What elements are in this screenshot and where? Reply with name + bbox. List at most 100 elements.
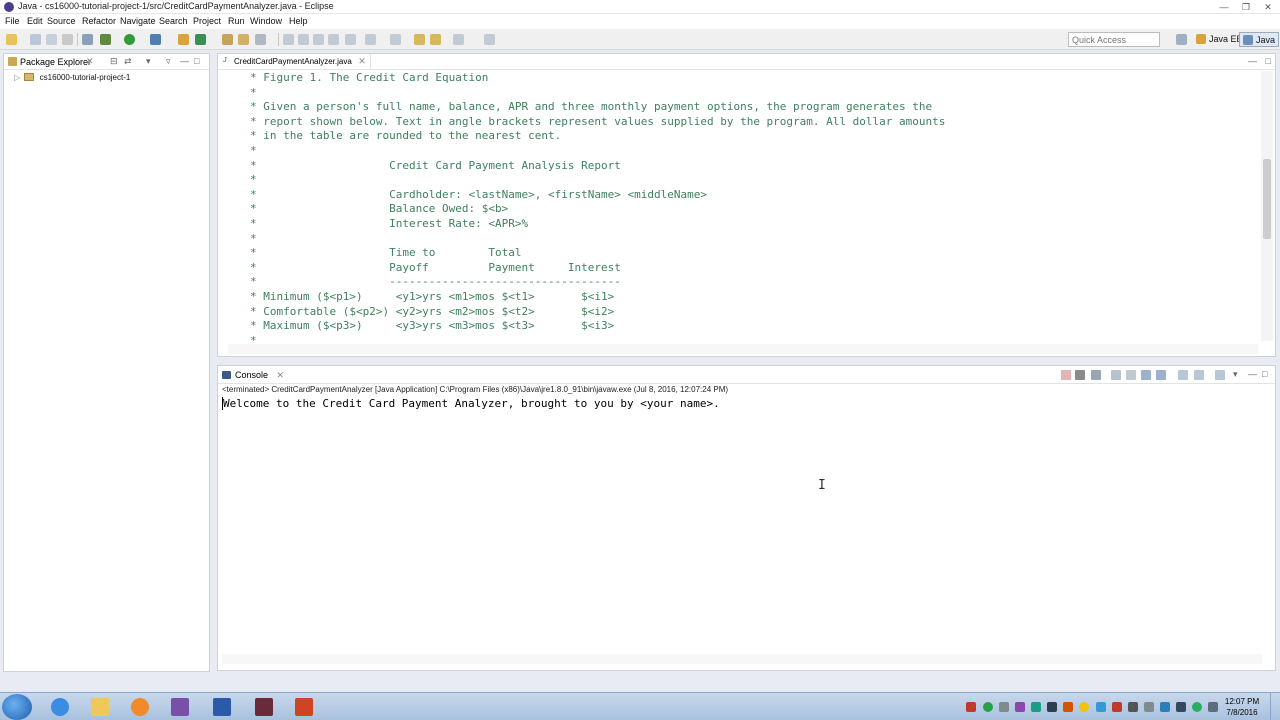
close-tab-icon[interactable]: ✕ <box>86 56 94 67</box>
show-whitespace-icon[interactable] <box>313 34 324 45</box>
new-package-icon[interactable] <box>222 34 233 45</box>
open-console-icon[interactable] <box>1215 370 1225 380</box>
tray-icon[interactable] <box>1079 702 1089 712</box>
maximize-view-icon[interactable]: □ <box>194 56 199 66</box>
show-console-stdout-icon[interactable] <box>1156 370 1166 380</box>
scroll-lock-icon[interactable] <box>1126 370 1136 380</box>
new-class-icon[interactable] <box>238 34 249 45</box>
menu-help[interactable]: Help <box>289 16 308 26</box>
view-menu-chevron-icon[interactable]: ▿ <box>166 56 171 67</box>
powerpoint-task[interactable] <box>287 695 321 719</box>
menu-refactor[interactable]: Refactor <box>82 16 116 26</box>
tray-icon[interactable] <box>983 702 993 712</box>
new-icon[interactable] <box>6 34 17 45</box>
console-tab[interactable]: Console ✕ <box>222 370 284 381</box>
tray-icon[interactable] <box>999 702 1009 712</box>
tray-icon[interactable] <box>1031 702 1041 712</box>
close-tab-icon[interactable]: ✕ <box>358 56 366 67</box>
tray-icon[interactable] <box>1096 702 1106 712</box>
show-desktop-button[interactable] <box>1270 693 1280 720</box>
pin-editor-icon[interactable] <box>484 34 495 45</box>
coverage-icon[interactable] <box>150 34 161 45</box>
menu-run[interactable]: Run <box>228 16 245 26</box>
volume-icon[interactable] <box>1208 702 1218 712</box>
start-button[interactable] <box>2 694 32 720</box>
perspective-java[interactable]: Java <box>1239 32 1280 47</box>
minimize-view-icon[interactable]: — <box>1248 369 1257 379</box>
editor-tab[interactable]: J CreditCardPaymentAnalyzer.java ✕ <box>220 54 371 70</box>
menu-source[interactable]: Source <box>47 16 76 26</box>
code-text-area[interactable]: * Figure 1. The Credit Card Equation * *… <box>230 71 1250 341</box>
maximize-button[interactable]: ❐ <box>1236 1 1256 13</box>
save-icon[interactable] <box>30 34 41 45</box>
menu-window[interactable]: Window <box>250 16 282 26</box>
run-icon[interactable] <box>124 34 135 45</box>
console-output-text[interactable]: Welcome to the Credit Card Payment Analy… <box>222 397 720 410</box>
project-tree-item[interactable]: ▷ cs16000-tutorial-project-1 <box>14 73 130 82</box>
toggle-mark-occurrences-icon[interactable] <box>283 34 294 45</box>
tray-icon[interactable] <box>1063 702 1073 712</box>
clock-time[interactable]: 12:07 PM <box>1222 697 1262 706</box>
menu-file[interactable]: File <box>5 16 20 26</box>
next-annotation-icon[interactable] <box>345 34 356 45</box>
minimize-editor-icon[interactable]: — <box>1248 56 1257 66</box>
forward-icon[interactable] <box>453 34 464 45</box>
search-icon[interactable] <box>328 34 339 45</box>
network-icon[interactable] <box>1176 702 1186 712</box>
clock-date[interactable]: 7/8/2016 <box>1222 708 1262 717</box>
previous-annotation-icon[interactable] <box>365 34 376 45</box>
view-menu-icon[interactable]: ▾ <box>146 56 151 67</box>
last-edit-icon[interactable] <box>390 34 401 45</box>
tray-icon[interactable] <box>1047 702 1057 712</box>
word-task[interactable] <box>205 695 239 719</box>
minimize-button[interactable]: — <box>1214 1 1234 13</box>
winrar-task[interactable] <box>247 695 281 719</box>
tray-icon[interactable] <box>1144 702 1154 712</box>
quick-access-input[interactable] <box>1068 32 1160 47</box>
remove-launch-icon[interactable] <box>1075 370 1085 380</box>
editor-horizontal-scrollbar[interactable] <box>228 344 1258 354</box>
back-dropdown-icon[interactable] <box>430 34 441 45</box>
open-perspective-icon[interactable] <box>1176 34 1187 45</box>
tray-icon[interactable] <box>1160 702 1170 712</box>
skip-breakpoints-icon[interactable] <box>82 34 93 45</box>
visual-studio-task[interactable] <box>163 695 197 719</box>
perspective-java-ee[interactable]: Java EE <box>1193 32 1246 47</box>
menu-project[interactable]: Project <box>193 16 221 26</box>
close-button[interactable]: ✕ <box>1258 1 1278 13</box>
save-all-icon[interactable] <box>46 34 57 45</box>
file-explorer-task[interactable] <box>83 695 117 719</box>
external-tools-icon[interactable] <box>178 34 189 45</box>
tray-icon[interactable] <box>1015 702 1025 712</box>
scrollbar-thumb[interactable] <box>1263 159 1271 239</box>
tray-icon[interactable] <box>966 702 976 712</box>
close-tab-icon[interactable]: ✕ <box>277 370 285 380</box>
terminate-icon[interactable] <box>1061 370 1071 380</box>
menu-search[interactable]: Search <box>159 16 188 26</box>
back-icon[interactable] <box>414 34 425 45</box>
tray-icon[interactable] <box>1192 702 1202 712</box>
tray-icon[interactable] <box>1128 702 1138 712</box>
open-type-icon[interactable] <box>255 34 266 45</box>
print-icon[interactable] <box>62 34 73 45</box>
media-player-task[interactable] <box>123 695 157 719</box>
maximize-editor-icon[interactable]: □ <box>1266 56 1271 66</box>
toggle-block-selection-icon[interactable] <box>298 34 309 45</box>
menu-navigate[interactable]: Navigate <box>120 16 156 26</box>
expand-arrow-icon[interactable]: ▷ <box>14 73 20 82</box>
pin-console-icon[interactable] <box>1178 370 1188 380</box>
menu-edit[interactable]: Edit <box>27 16 43 26</box>
console-horizontal-scrollbar[interactable] <box>222 654 1262 664</box>
tray-icon[interactable] <box>1112 702 1122 712</box>
display-selected-console-icon[interactable] <box>1194 370 1204 380</box>
collapse-all-icon[interactable]: ⊟ <box>110 56 118 67</box>
remove-all-terminated-icon[interactable] <box>1091 370 1101 380</box>
package-explorer-title[interactable]: Package Explorer <box>20 57 91 67</box>
view-menu-icon[interactable]: ▾ <box>1233 369 1238 380</box>
minimize-view-icon[interactable]: — <box>180 56 189 66</box>
clear-console-icon[interactable] <box>1111 370 1121 380</box>
word-wrap-icon[interactable] <box>1141 370 1151 380</box>
internet-explorer-task[interactable] <box>43 695 77 719</box>
debug-icon[interactable] <box>100 34 111 45</box>
maximize-view-icon[interactable]: □ <box>1262 369 1267 379</box>
